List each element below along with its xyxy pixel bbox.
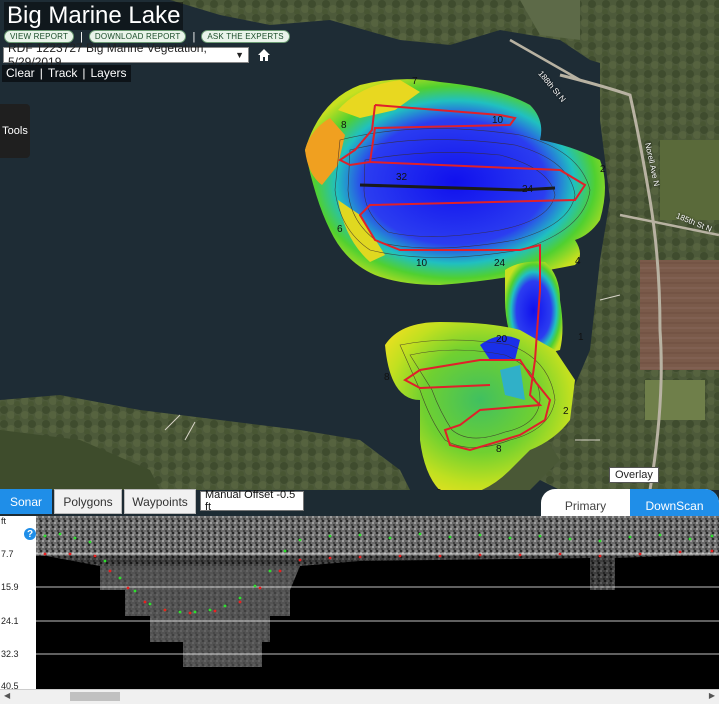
clear-button[interactable]: Clear (6, 66, 35, 81)
contour-label: 8 (341, 120, 347, 131)
downscan-view-button[interactable]: DownScan (630, 489, 719, 516)
depth-tick: 24.1 (1, 616, 19, 626)
depth-unit: ft (1, 516, 7, 526)
contour-label: 20 (496, 334, 508, 345)
primary-view-button[interactable]: Primary (541, 489, 630, 516)
action-separator: | (39, 66, 43, 80)
sonar-panel[interactable] (0, 516, 719, 689)
contour-label: 8 (384, 372, 390, 383)
contour-label: 6 (337, 224, 343, 235)
contour-label: 2 (563, 406, 569, 417)
help-icon[interactable]: ? (24, 528, 36, 540)
contour-label: 10 (416, 258, 428, 269)
lake-title: Big Marine Lake (4, 2, 184, 30)
contour-label: 10 (492, 115, 504, 126)
overlay-button[interactable]: Overlay (609, 467, 659, 483)
contour-label: 32 (396, 172, 408, 183)
tools-button[interactable]: Tools (0, 104, 30, 158)
map-actions: Clear | Track | Layers (2, 65, 131, 82)
scroll-left-icon[interactable]: ◀ (4, 691, 10, 700)
sonar-scrollbar[interactable]: ◀ ▶ (0, 689, 719, 704)
tab-polygons[interactable]: Polygons (54, 489, 122, 514)
track-button[interactable]: Track (48, 66, 78, 81)
tab-waypoints[interactable]: Waypoints (124, 489, 196, 514)
dataset-select[interactable]: RDF 1223727 Big Marine Vegetation, 5/29/… (3, 41, 249, 69)
contour-label: 7 (412, 76, 418, 87)
depth-scale: ft 7.7 15.9 24.1 32.3 40.5 (0, 516, 36, 691)
contour-label: 1 (578, 332, 584, 343)
contour-label: 4 (575, 256, 581, 267)
layers-button[interactable]: Layers (91, 66, 127, 81)
contour-label: 24 (522, 184, 534, 195)
manual-offset-field[interactable]: Manual Offset -0.5 ft (200, 489, 304, 513)
sonar-view-toggle: Primary DownScan (541, 489, 719, 516)
chevron-down-icon: ▼ (235, 50, 244, 60)
contour-label: 2 (600, 164, 606, 175)
scrollbar-thumb[interactable] (70, 692, 120, 701)
sonar-chart[interactable] (0, 516, 719, 689)
tools-label: Tools (2, 125, 28, 137)
action-separator: | (82, 66, 86, 80)
home-icon[interactable] (255, 46, 273, 64)
depth-tick: 7.7 (1, 549, 14, 559)
contour-label: 8 (496, 444, 502, 455)
depth-tick: 32.3 (1, 649, 19, 659)
depth-tick: 15.9 (1, 582, 19, 592)
contour-label: 24 (494, 258, 506, 269)
scroll-right-icon[interactable]: ▶ (709, 691, 715, 700)
tab-sonar[interactable]: Sonar (0, 489, 52, 514)
